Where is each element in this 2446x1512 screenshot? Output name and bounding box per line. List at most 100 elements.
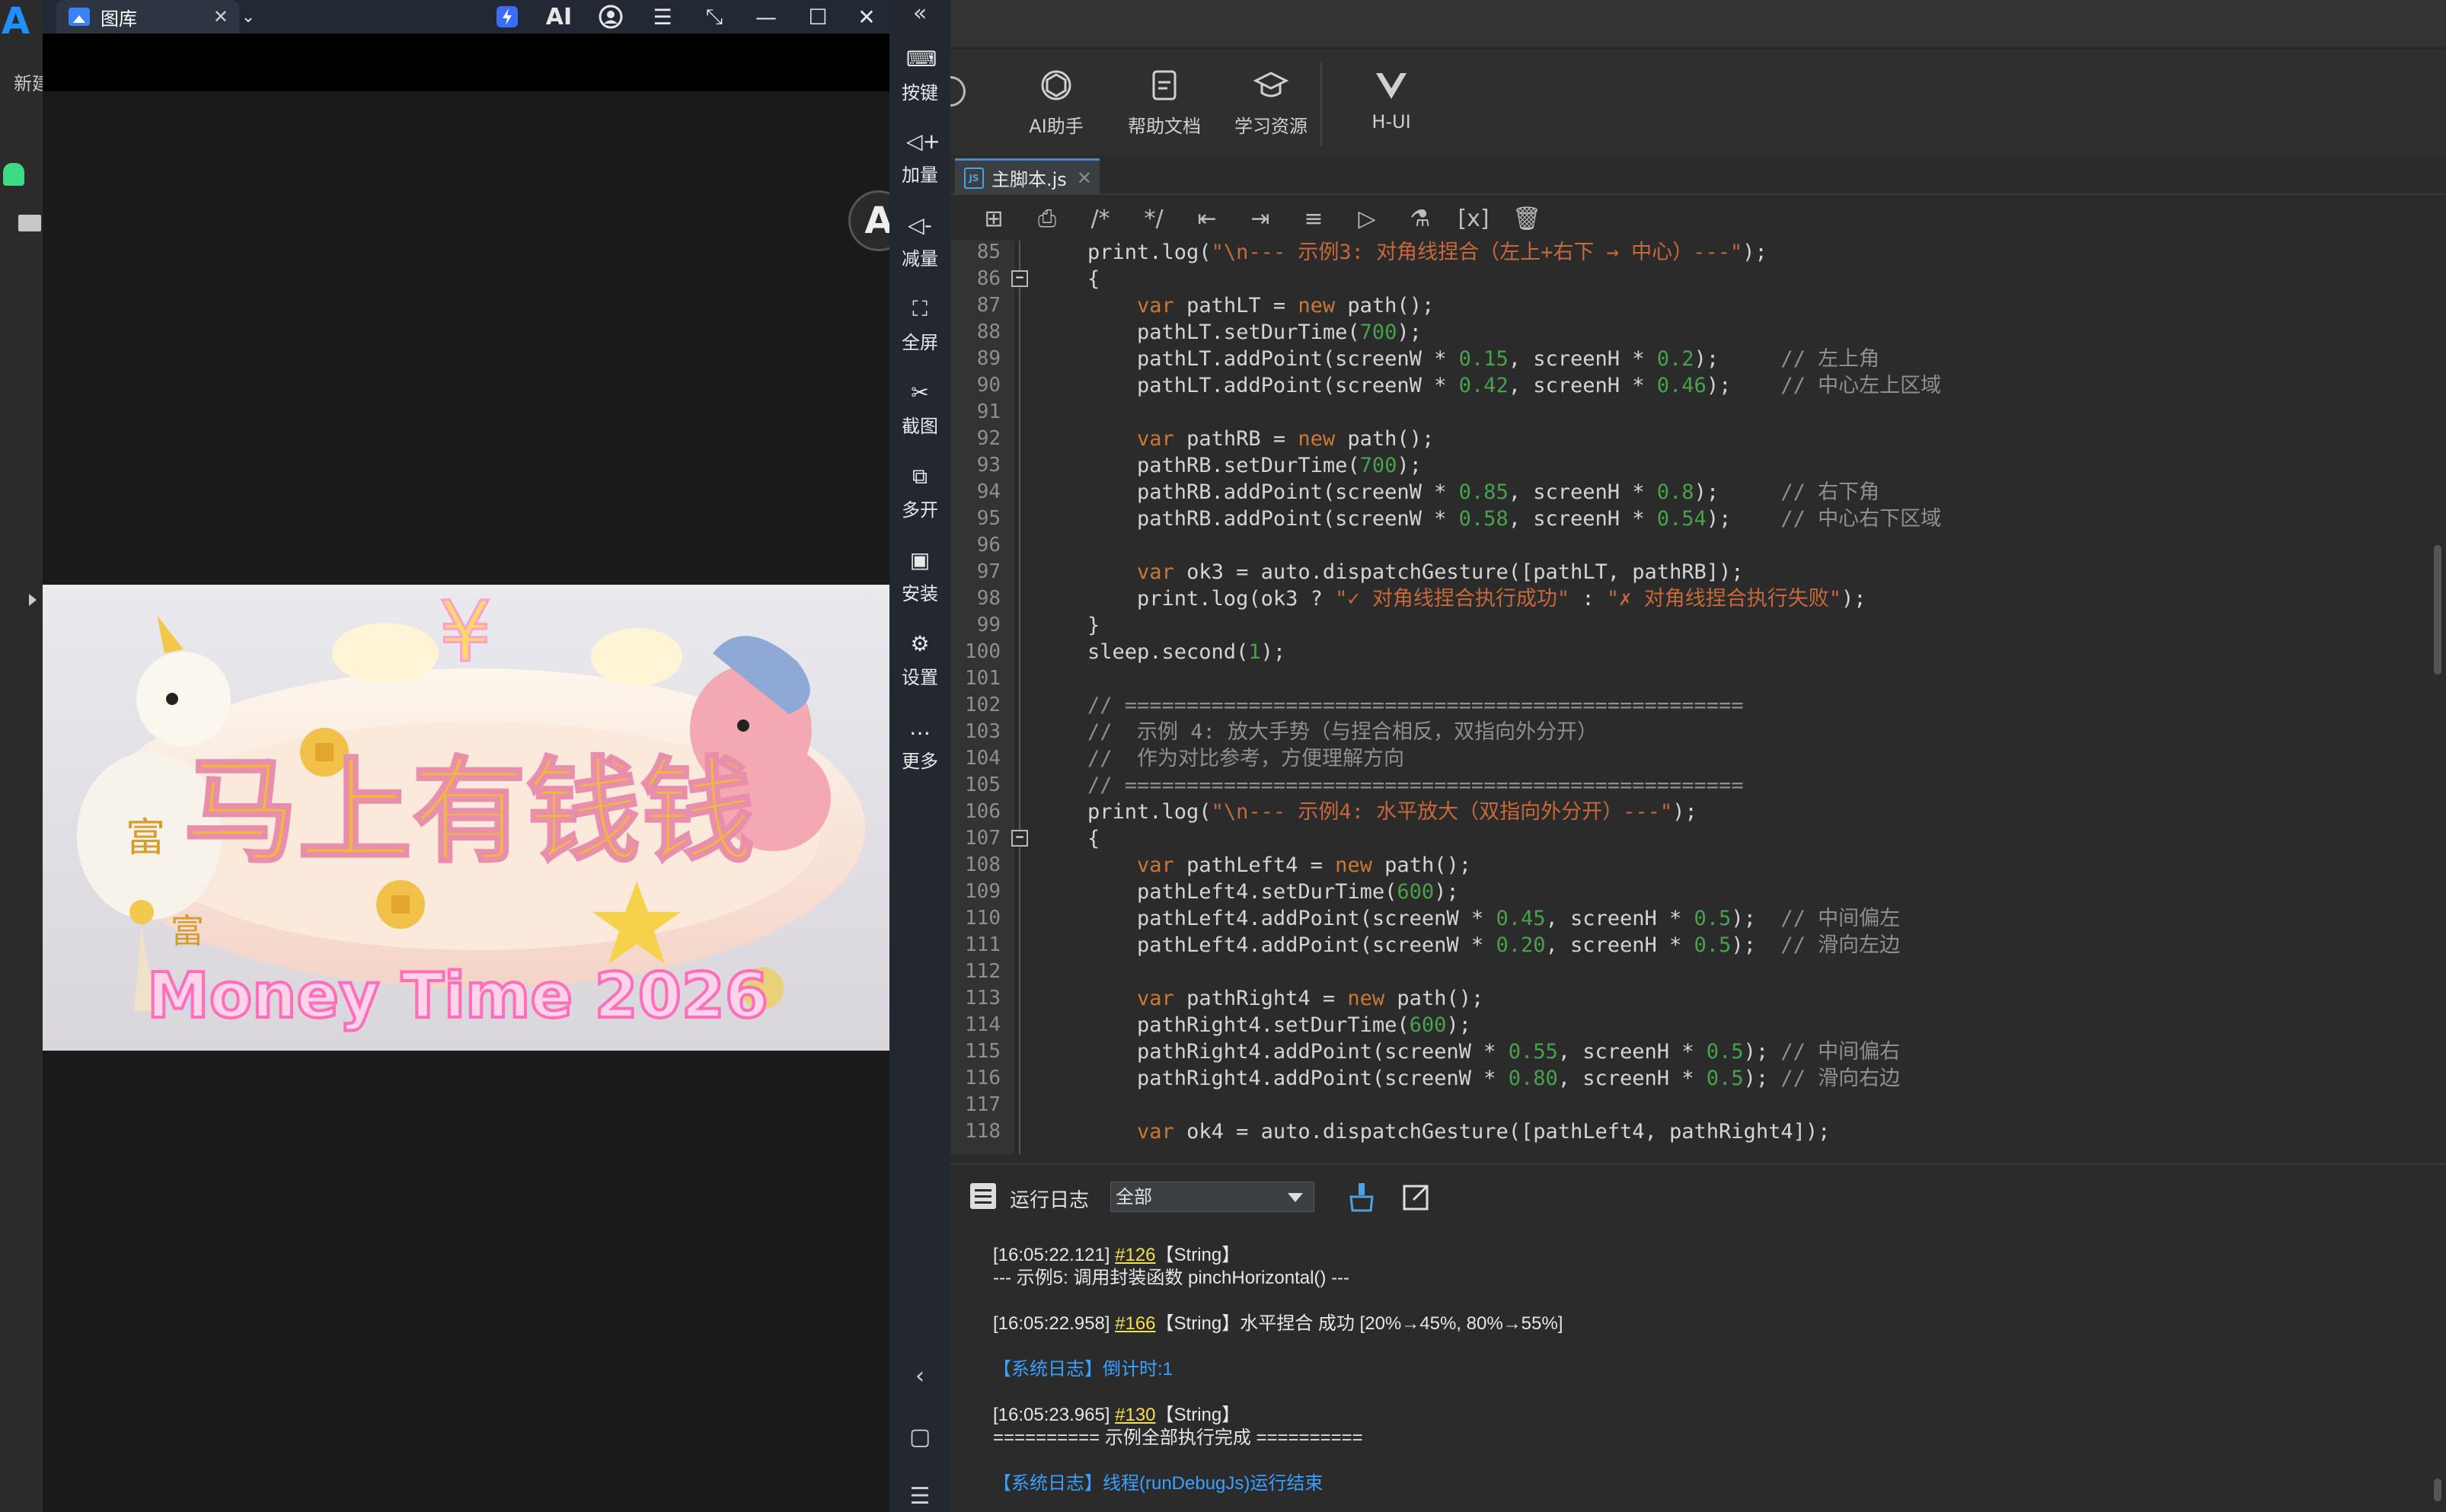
side-item-volume-down[interactable]: ◁- 减量 bbox=[889, 213, 950, 270]
back-icon[interactable]: ‹ bbox=[889, 1363, 950, 1389]
gallery-topbar bbox=[43, 33, 889, 91]
line-number: 118 bbox=[965, 1120, 1001, 1143]
run-icon[interactable]: ▷ bbox=[1340, 199, 1394, 238]
recents-icon[interactable]: ☰ bbox=[889, 1483, 950, 1510]
folder-icon[interactable] bbox=[18, 215, 41, 231]
code-line: print.log(ok3 ? "✓ 对角线捏合执行成功" : "✗ 对角线捏合… bbox=[1087, 587, 1866, 611]
collapse-icon[interactable]: « bbox=[889, 0, 950, 27]
emulator-window: 图库 ✕ ⌄ AI ☰ ⤡ — ☐ ✕ A ¥ 马上有钱钱 富 富 Money … bbox=[43, 0, 909, 1512]
code-line: pathRight4.addPoint(screenW * 0.80, scre… bbox=[1087, 1067, 1901, 1090]
line-number: 88 bbox=[976, 321, 1001, 343]
test-icon[interactable]: ⚗ bbox=[1394, 199, 1447, 238]
line-number: 104 bbox=[965, 747, 1001, 770]
line-number: 108 bbox=[965, 853, 1001, 876]
line-number: 86 bbox=[976, 267, 1001, 290]
fold-toggle[interactable]: − bbox=[1011, 830, 1028, 847]
side-item-label: 设置 bbox=[902, 667, 938, 688]
line-number: 94 bbox=[976, 480, 1001, 503]
side-item-label: 安装 bbox=[902, 583, 938, 604]
line-number: 95 bbox=[976, 507, 1001, 530]
log-source-link[interactable]: #166 bbox=[1115, 1313, 1155, 1334]
vue-icon bbox=[1376, 73, 1407, 99]
line-number: 96 bbox=[976, 534, 1001, 557]
ai-icon[interactable]: AI bbox=[536, 0, 582, 33]
indent-icon[interactable]: ⇥ bbox=[1234, 199, 1287, 238]
format-icon[interactable]: ≡ bbox=[1287, 199, 1340, 238]
side-item-screenshot[interactable]: ✂ 截图 bbox=[889, 381, 950, 438]
code-line: } bbox=[1087, 614, 1100, 637]
line-number: 92 bbox=[976, 427, 1001, 450]
partial-icon[interactable] bbox=[950, 76, 966, 107]
outdent-icon[interactable]: ⇤ bbox=[1180, 199, 1234, 238]
export-icon[interactable] bbox=[1400, 1180, 1433, 1214]
line-number: 111 bbox=[965, 933, 1001, 956]
uncomment-icon[interactable]: */ bbox=[1127, 199, 1180, 238]
variable-icon[interactable]: [x] bbox=[1447, 199, 1500, 238]
side-item-label: 多开 bbox=[902, 499, 938, 521]
menu-icon[interactable]: ☰ bbox=[640, 0, 685, 33]
delete-icon[interactable]: 🗑 bbox=[1500, 199, 1553, 238]
chevron-down-icon[interactable]: ⌄ bbox=[225, 0, 271, 33]
log-scrollbar[interactable] bbox=[2434, 1479, 2441, 1501]
user-icon[interactable] bbox=[588, 0, 634, 33]
log-entry: [16:05:23.965] #130【String】 bbox=[993, 1404, 1240, 1427]
help-docs-button[interactable]: 帮助文档 bbox=[1115, 67, 1214, 138]
home-icon[interactable]: ▢ bbox=[889, 1424, 950, 1450]
lightning-icon[interactable] bbox=[484, 0, 530, 33]
side-item-fullscreen[interactable]: ⛶ 全屏 bbox=[889, 297, 950, 354]
code-line: pathLeft4.setDurTime(600); bbox=[1087, 880, 1459, 904]
emulator-tab[interactable]: 图库 ✕ bbox=[56, 0, 239, 33]
log-message: 【String】水平捏合 成功 [20%→45%, 80%→55%] bbox=[1155, 1313, 1563, 1334]
line-number: 89 bbox=[976, 347, 1001, 370]
close-icon[interactable]: ✕ bbox=[1077, 167, 1092, 189]
log-source-link[interactable]: #130 bbox=[1115, 1405, 1155, 1425]
editor-scrollbar[interactable] bbox=[2434, 545, 2441, 675]
keyboard-icon: ⌨ bbox=[906, 46, 937, 72]
line-number: 107 bbox=[965, 827, 1001, 850]
side-item-more[interactable]: … 更多 bbox=[889, 716, 950, 773]
h-ui-button[interactable]: H-UI bbox=[1342, 67, 1441, 132]
side-item-keys[interactable]: ⌨ 按键 bbox=[889, 47, 950, 104]
add-icon[interactable]: ⊞ bbox=[967, 199, 1020, 238]
code-line: pathLT.addPoint(screenW * 0.15, screenH … bbox=[1087, 347, 1880, 371]
tab-main-script[interactable]: JS 主脚本.js ✕ bbox=[955, 158, 1100, 195]
new-label[interactable]: 新建 bbox=[14, 69, 43, 95]
maximize-icon[interactable]: ☐ bbox=[795, 0, 841, 33]
window-close-icon[interactable]: ✕ bbox=[844, 0, 889, 33]
side-item-settings[interactable]: ⚙ 设置 bbox=[889, 632, 950, 689]
line-number: 102 bbox=[965, 694, 1001, 716]
comment-icon[interactable]: /* bbox=[1074, 199, 1127, 238]
line-number: 106 bbox=[965, 800, 1001, 823]
log-source-link[interactable]: #126 bbox=[1115, 1245, 1155, 1265]
log-panel-header: 运行日志 全部 bbox=[950, 1163, 2446, 1227]
expand-arrow-icon[interactable] bbox=[29, 594, 37, 606]
volume-up-icon: ◁+ bbox=[906, 129, 940, 154]
log-filter-select[interactable]: 全部 bbox=[1110, 1182, 1314, 1212]
ide-logo: A bbox=[2, 0, 30, 43]
ide-left-strip: A 新建 bbox=[0, 0, 43, 1512]
android-icon[interactable] bbox=[3, 163, 24, 186]
shrink-icon[interactable]: ⤡ bbox=[691, 0, 737, 33]
fold-toggle[interactable]: − bbox=[1011, 270, 1028, 287]
line-number: 91 bbox=[976, 400, 1001, 423]
code-editor[interactable]: 85 86 87 88 89 90 91 92 93 94 95 96 97 98 99 100 101 102 1… bbox=[950, 241, 2446, 1154]
log-body[interactable]: [16:05:22.121] #126【String】 --- 示例5: 调用封装… bbox=[950, 1227, 2446, 1512]
code-line: var pathLeft4 = new path(); bbox=[1137, 853, 1471, 877]
emulator-titlebar: 图库 ✕ ⌄ AI ☰ ⤡ — ☐ ✕ bbox=[43, 0, 889, 33]
gallery-image[interactable]: ¥ 马上有钱钱 富 富 Money Time 2026 bbox=[43, 585, 889, 1051]
line-number: 93 bbox=[976, 454, 1001, 477]
multi-instance-icon: ⧉ bbox=[912, 464, 928, 489]
side-item-volume-up[interactable]: ◁+ 加量 bbox=[889, 129, 950, 187]
learning-button[interactable]: 学习资源 bbox=[1221, 67, 1320, 138]
ai-assistant-button[interactable]: AI助手 bbox=[1007, 67, 1106, 138]
ide-toolbar: AI助手 帮助文档 学习资源 H-UI bbox=[950, 49, 2446, 155]
code-line: pathRight4.setDurTime(600); bbox=[1087, 1013, 1471, 1037]
code-line: // 示例 4: 放大手势（与捏合相反，双指向外分开） bbox=[1087, 720, 1598, 744]
print-icon[interactable]: ⎙ bbox=[1020, 199, 1074, 238]
minimize-icon[interactable]: — bbox=[743, 0, 789, 33]
side-item-install[interactable]: ▣ 安装 bbox=[889, 548, 950, 605]
line-number: 97 bbox=[976, 560, 1001, 583]
broom-clear-icon[interactable] bbox=[1345, 1180, 1378, 1214]
side-item-multi[interactable]: ⧉ 多开 bbox=[889, 464, 950, 522]
screen: A 新建 图库 ✕ ⌄ AI ☰ ⤡ — ☐ ✕ A ¥ 马上有钱钱 富 富 M… bbox=[0, 0, 2446, 1512]
